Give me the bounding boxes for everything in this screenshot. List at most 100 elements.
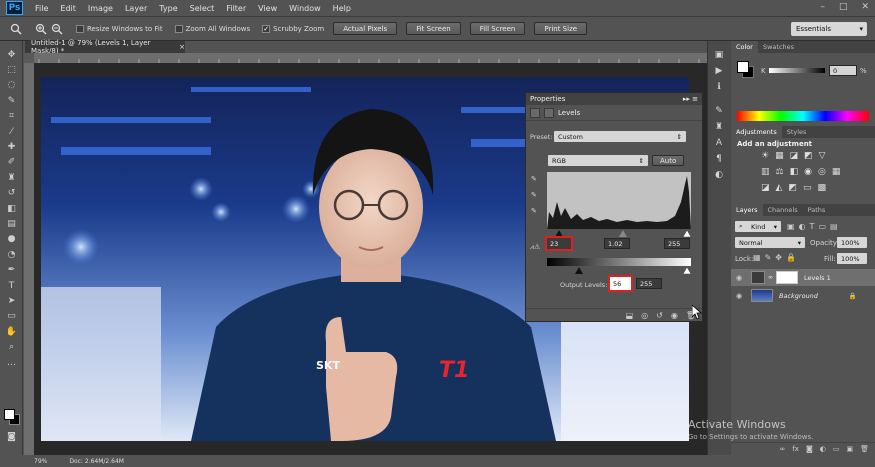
history-panel-icon[interactable]: ▣	[708, 47, 730, 63]
layer-filter-dropdown[interactable]: ⌕ Kind ▾	[735, 221, 781, 232]
view-previous-icon[interactable]: ◎	[641, 311, 648, 320]
layer-row-levels[interactable]: ◉ ∞ Levels 1	[731, 269, 875, 286]
shape-tool-icon[interactable]: ▭	[0, 309, 23, 324]
info-panel-icon[interactable]: ℹ	[708, 79, 730, 95]
layer-mask-thumbnail[interactable]	[776, 271, 798, 284]
lock-transparency-icon[interactable]: ▦	[753, 253, 761, 262]
lasso-tool-icon[interactable]: ◌	[0, 78, 23, 93]
maximize-button[interactable]: □	[839, 2, 848, 12]
color-spectrum[interactable]	[737, 111, 869, 121]
workspace-dropdown[interactable]: Essentials ▾	[791, 22, 867, 36]
lock-position-icon[interactable]: ✥	[775, 253, 782, 262]
levels-adjustment-icon[interactable]	[530, 107, 540, 118]
clip-to-layer-icon[interactable]: ⬓	[626, 311, 634, 320]
menu-edit[interactable]: Edit	[54, 4, 82, 13]
new-group-icon[interactable]: ▭	[833, 445, 840, 453]
close-button[interactable]: ✕	[861, 2, 869, 12]
invert-icon[interactable]: ◪	[761, 183, 770, 193]
color-balance-icon[interactable]: ⚖	[776, 167, 784, 177]
blur-tool-icon[interactable]: ●	[0, 232, 23, 247]
tab-adjustments[interactable]: Adjustments	[731, 126, 782, 138]
glyphs-panel-icon[interactable]: ◐	[708, 167, 730, 183]
tab-channels[interactable]: Channels	[763, 204, 803, 216]
black-point-eyedropper-icon[interactable]: ✎	[531, 175, 537, 183]
k-value-field[interactable]: 0	[829, 65, 857, 76]
filter-smart-icon[interactable]: ▤	[830, 222, 838, 231]
zoom-tool-icon[interactable]: ⌕	[0, 339, 23, 354]
filter-shape-icon[interactable]: ▭	[818, 222, 826, 231]
add-mask-icon[interactable]: ◙	[806, 445, 813, 453]
tab-paths[interactable]: Paths	[803, 204, 831, 216]
selective-color-icon[interactable]: ▩	[817, 183, 826, 193]
healing-brush-tool-icon[interactable]: ✚	[0, 139, 23, 154]
horizontal-ruler[interactable]	[34, 53, 707, 63]
properties-tab[interactable]: Properties	[530, 95, 565, 103]
opacity-field[interactable]: 100%	[837, 237, 867, 248]
zoom-tool-icon[interactable]	[6, 22, 26, 36]
marquee-tool-icon[interactable]: ⬚	[0, 62, 23, 77]
menu-view[interactable]: View	[252, 4, 283, 13]
actions-panel-icon[interactable]: ▶	[708, 63, 730, 79]
new-adjustment-icon[interactable]: ◐	[820, 445, 826, 453]
menu-filter[interactable]: Filter	[220, 4, 252, 13]
zoom-out-icon[interactable]	[50, 22, 64, 36]
tab-color[interactable]: Color	[731, 41, 758, 53]
crop-tool-icon[interactable]: ⌗	[0, 109, 23, 124]
lock-pixels-icon[interactable]: ✎	[765, 253, 772, 262]
brush-tool-icon[interactable]: ✐	[0, 155, 23, 170]
gray-point-eyedropper-icon[interactable]: ✎	[531, 191, 537, 199]
menu-type[interactable]: Type	[153, 4, 183, 13]
filter-adjust-icon[interactable]: ◐	[799, 222, 806, 231]
close-tab-icon[interactable]: ×	[179, 43, 185, 51]
filter-pixel-icon[interactable]: ▣	[787, 222, 795, 231]
vibrance-icon[interactable]: ▽	[819, 151, 826, 161]
lock-all-icon[interactable]: 🔒	[786, 253, 796, 262]
clipping-warning-icon[interactable]: ⩘⚠	[530, 243, 540, 252]
chain-link-icon[interactable]: ∞	[768, 274, 773, 281]
output-levels-gradient[interactable]	[547, 258, 691, 274]
zoom-in-icon[interactable]	[34, 22, 48, 36]
quick-select-tool-icon[interactable]: ✎	[0, 93, 23, 108]
menu-window[interactable]: Window	[283, 4, 327, 13]
menu-help[interactable]: Help	[327, 4, 357, 13]
path-select-tool-icon[interactable]: ➤	[0, 293, 23, 308]
print-size-button[interactable]: Print Size	[534, 22, 588, 35]
move-tool-icon[interactable]: ✥	[0, 47, 23, 62]
clone-stamp-tool-icon[interactable]: ♜	[0, 170, 23, 185]
curves-icon[interactable]: ◪	[790, 151, 799, 161]
menu-file[interactable]: File	[29, 4, 54, 13]
menu-select[interactable]: Select	[184, 4, 221, 13]
gradient-tool-icon[interactable]: ▤	[0, 216, 23, 231]
tab-layers[interactable]: Layers	[731, 204, 763, 216]
tab-styles[interactable]: Styles	[782, 126, 812, 138]
fx-icon[interactable]: fx	[792, 445, 799, 453]
exposure-icon[interactable]: ◩	[804, 151, 813, 161]
actual-pixels-button[interactable]: Actual Pixels	[333, 22, 398, 35]
document-tab[interactable]: Untitled-1 @ 79% (Levels 1, Layer Mask/8…	[25, 39, 185, 55]
channel-dropdown[interactable]: RGB ⇕	[548, 155, 648, 166]
scrubby-zoom-checkbox[interactable]: ✓ Scrubby Zoom	[262, 24, 324, 33]
threshold-icon[interactable]: ◩	[788, 183, 797, 193]
fit-screen-button[interactable]: Fit Screen	[406, 22, 461, 35]
eye-icon[interactable]: ◉	[731, 274, 747, 282]
zoom-level[interactable]: 79%	[34, 458, 47, 465]
hand-tool-icon[interactable]: ✋	[0, 324, 23, 339]
tab-swatches[interactable]: Swatches	[758, 41, 799, 53]
channel-mixer-icon[interactable]: ◎	[818, 167, 826, 177]
blend-mode-dropdown[interactable]: Normal ▾	[735, 237, 805, 248]
paragraph-panel-icon[interactable]: ¶	[708, 151, 730, 167]
type-tool-icon[interactable]: T	[0, 278, 23, 293]
pen-tool-icon[interactable]: ✒	[0, 262, 23, 277]
history-brush-tool-icon[interactable]: ↺	[0, 186, 23, 201]
brightness-icon[interactable]: ☀	[761, 151, 769, 161]
eye-icon[interactable]: ◉	[731, 292, 747, 300]
panel-menu-icon[interactable]: ▸▸ ≡	[683, 95, 702, 103]
menu-layer[interactable]: Layer	[119, 4, 153, 13]
fill-field[interactable]: 100%	[837, 253, 867, 264]
gradient-map-icon[interactable]: ▭	[803, 183, 812, 193]
character-panel-icon[interactable]: A	[708, 135, 730, 151]
preset-dropdown[interactable]: Custom ⇕	[554, 131, 686, 142]
minimize-button[interactable]: –	[820, 2, 825, 12]
quick-mask-icon[interactable]: ◙	[0, 429, 23, 444]
output-black-field[interactable]: 56	[608, 275, 633, 292]
